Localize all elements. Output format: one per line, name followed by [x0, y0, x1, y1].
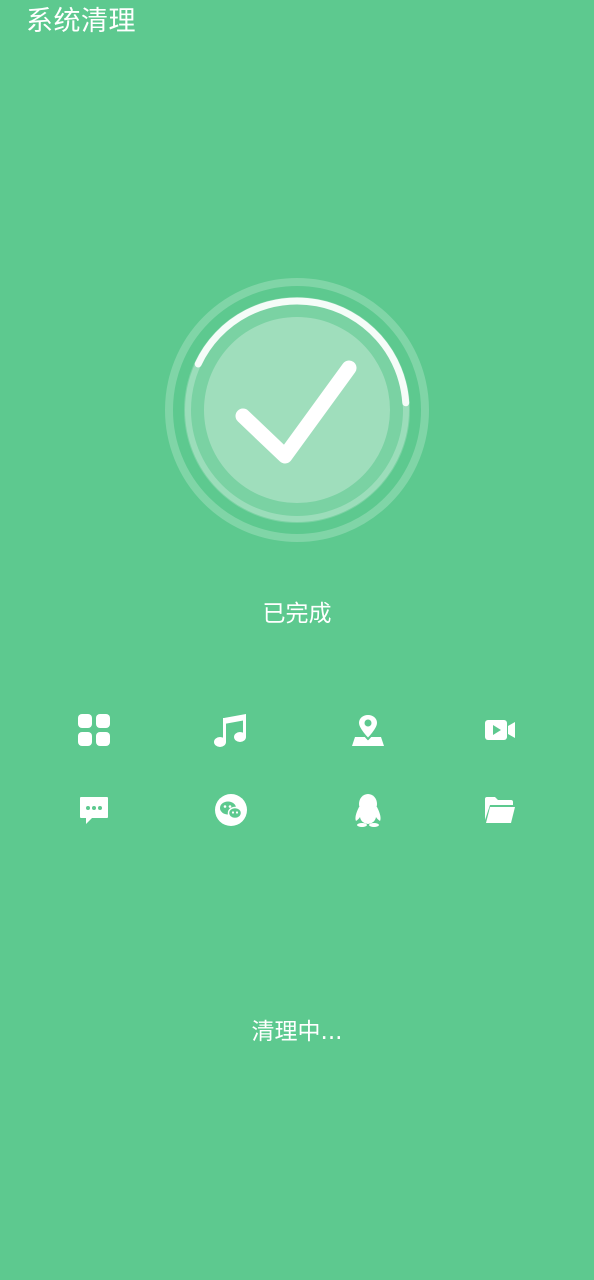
- progress-ring: [165, 278, 429, 542]
- category-icon-grid: [24, 690, 570, 850]
- apps-icon[interactable]: [64, 700, 124, 760]
- qq-penguin-icon[interactable]: [338, 780, 398, 840]
- status-label: 已完成: [262, 601, 332, 627]
- video-camera-icon[interactable]: [470, 700, 530, 760]
- wechat-icon[interactable]: [201, 780, 261, 840]
- page-title: 系统清理: [26, 6, 136, 37]
- chat-bubble-icon[interactable]: [64, 780, 124, 840]
- cleaning-status: 清理中...: [251, 1019, 343, 1045]
- music-note-icon[interactable]: [201, 700, 261, 760]
- folder-icon[interactable]: [470, 780, 530, 840]
- map-pin-icon[interactable]: [338, 700, 398, 760]
- center-disk: [204, 317, 390, 503]
